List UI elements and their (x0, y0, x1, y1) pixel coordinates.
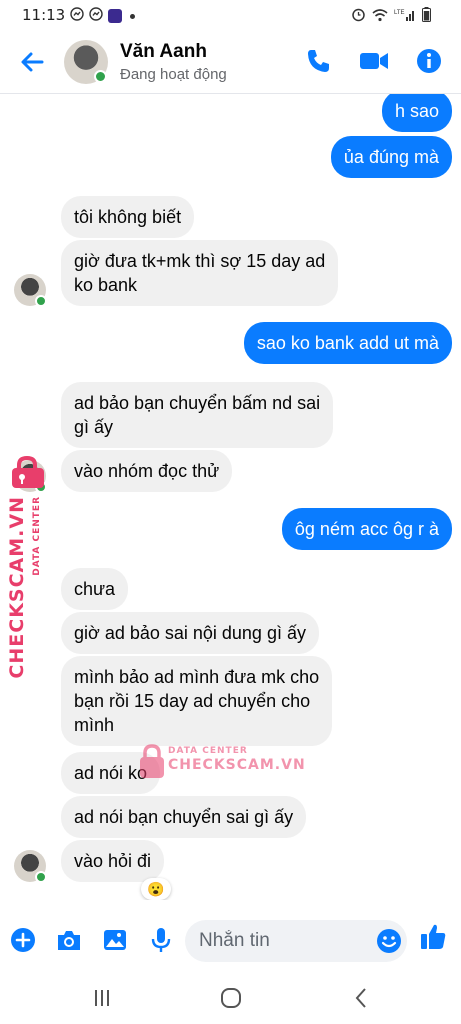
plus-circle-icon[interactable] (9, 926, 37, 954)
app-notification-icon (108, 9, 122, 23)
home-icon[interactable] (217, 984, 245, 1012)
status-time: 11:13 (22, 6, 66, 24)
svg-text:LTE: LTE (394, 10, 405, 16)
conversation-header: Văn Aanh Đang hoạt động (0, 30, 461, 94)
emoji-icon[interactable] (375, 927, 403, 955)
image-icon[interactable] (101, 926, 129, 954)
checkscam-watermark-side: CHECKSCAM.VN DATA CENTER (2, 455, 52, 679)
message-composer (0, 912, 461, 970)
message-incoming[interactable]: ad nói bạn chuyển sai gì ấy (61, 796, 307, 838)
alarm-icon (351, 7, 366, 26)
recent-apps-icon[interactable] (88, 984, 116, 1012)
messenger-notification-icon-2 (89, 7, 103, 25)
checkscam-watermark-center: DATA CENTER CHECKSCAM.VN (138, 744, 305, 785)
system-icons: LTE (351, 7, 431, 26)
battery-icon (422, 7, 431, 26)
message-incoming[interactable]: vào nhóm đọc thử (61, 450, 233, 492)
contact-name[interactable]: Văn Aanh (120, 41, 207, 63)
message-input[interactable] (185, 920, 407, 962)
seen-reaction-icon[interactable]: 😮 (141, 878, 171, 900)
watermark-brand-text: CHECKSCAM.VN (168, 757, 306, 773)
video-camera-icon[interactable] (358, 46, 388, 76)
back-icon[interactable] (348, 984, 376, 1012)
message-incoming[interactable]: tôi không biết (61, 196, 195, 238)
message-outgoing[interactable]: ôg ném acc ôg r à (281, 508, 452, 550)
message-outgoing[interactable]: h sao (381, 94, 452, 132)
online-status-dot (35, 295, 47, 307)
message-incoming[interactable]: mình bảo ad mình đưa mk cho bạn rồi 15 d… (61, 656, 333, 746)
thumbs-up-icon[interactable] (419, 922, 447, 950)
back-arrow-icon[interactable] (16, 46, 48, 78)
message-outgoing[interactable]: sao ko bank add ut mà (243, 322, 452, 364)
notification-icons (70, 7, 135, 25)
wifi-icon (372, 8, 388, 26)
contact-active-status: Đang hoạt động (120, 66, 227, 83)
message-incoming[interactable]: vào hỏi đi (61, 840, 165, 882)
watermark-brand-text: CHECKSCAM.VN (6, 496, 28, 679)
info-icon[interactable] (414, 46, 444, 76)
message-incoming[interactable]: ad bảo bạn chuyển bấm nd sai gì ấy (61, 382, 334, 448)
online-status-dot (35, 871, 47, 883)
camera-icon[interactable] (55, 926, 83, 954)
more-notifications-dot-icon (130, 13, 135, 19)
android-navigation-bar (0, 972, 461, 1024)
message-incoming[interactable]: chưa (61, 568, 129, 610)
signal-icon: LTE (394, 8, 416, 26)
microphone-icon[interactable] (147, 926, 175, 954)
lock-logo-icon (138, 744, 166, 785)
lock-logo-icon (8, 455, 48, 495)
watermark-sub-text: DATA CENTER (32, 496, 42, 576)
online-status-dot (94, 70, 107, 83)
status-bar: 11:13 LTE (0, 0, 461, 30)
message-incoming[interactable]: giờ đưa tk+mk thì sợ 15 day ad ko bank (61, 240, 339, 306)
message-incoming[interactable]: giờ ad bảo sai nội dung gì ấy (61, 612, 319, 654)
message-outgoing[interactable]: ủa đúng mà (330, 136, 452, 178)
phone-icon[interactable] (304, 46, 334, 76)
watermark-sub-text: DATA CENTER (168, 746, 248, 756)
messenger-notification-icon (70, 7, 84, 25)
